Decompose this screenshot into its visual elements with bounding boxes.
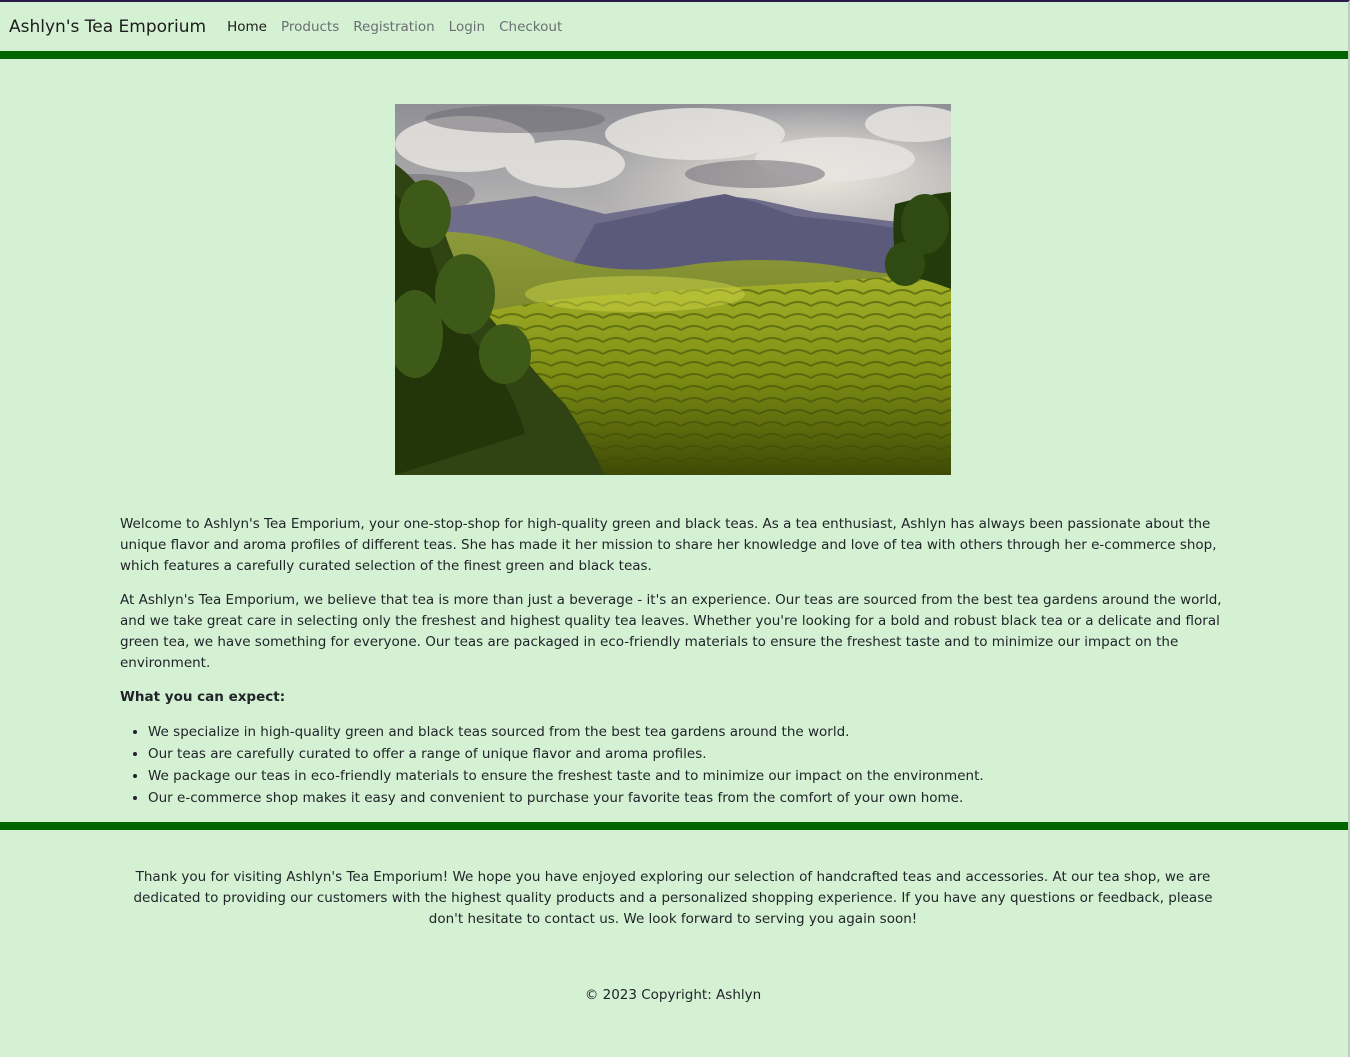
list-item: Our e-commerce shop makes it easy and co… [148, 787, 1230, 809]
tea-plantation-illustration [395, 104, 951, 475]
nav-registration[interactable]: Registration [353, 19, 434, 35]
intro-paragraph: Welcome to Ashlyn's Tea Emporium, your o… [120, 516, 1217, 574]
brand-link[interactable]: Ashlyn's Tea Emporium [9, 17, 206, 37]
expect-heading: What you can expect: [120, 689, 286, 705]
header-divider [0, 51, 1348, 59]
nav-checkout[interactable]: Checkout [499, 19, 562, 35]
nav-home[interactable]: Home [227, 19, 267, 35]
navbar: Ashlyn's Tea Emporium Home Products Regi… [0, 2, 1348, 51]
nav-links: Home Products Registration Login Checkou… [227, 19, 562, 35]
list-item: We package our teas in eco-friendly mate… [148, 765, 1230, 787]
list-item: We specialize in high-quality green and … [148, 721, 1230, 743]
hero-image [395, 104, 951, 475]
expect-list: We specialize in high-quality green and … [120, 721, 1230, 809]
footer-message: Thank you for visiting Ashlyn's Tea Empo… [133, 869, 1213, 927]
copyright: © 2023 Copyright: Ashlyn [584, 987, 762, 1003]
list-item: Our teas are carefully curated to offer … [148, 743, 1230, 765]
main-content: Welcome to Ashlyn's Tea Emporium, your o… [120, 514, 1230, 809]
footer-divider [0, 822, 1348, 830]
nav-products[interactable]: Products [281, 19, 339, 35]
nav-login[interactable]: Login [449, 19, 485, 35]
about-paragraph: At Ashlyn's Tea Emporium, we believe tha… [120, 592, 1222, 671]
